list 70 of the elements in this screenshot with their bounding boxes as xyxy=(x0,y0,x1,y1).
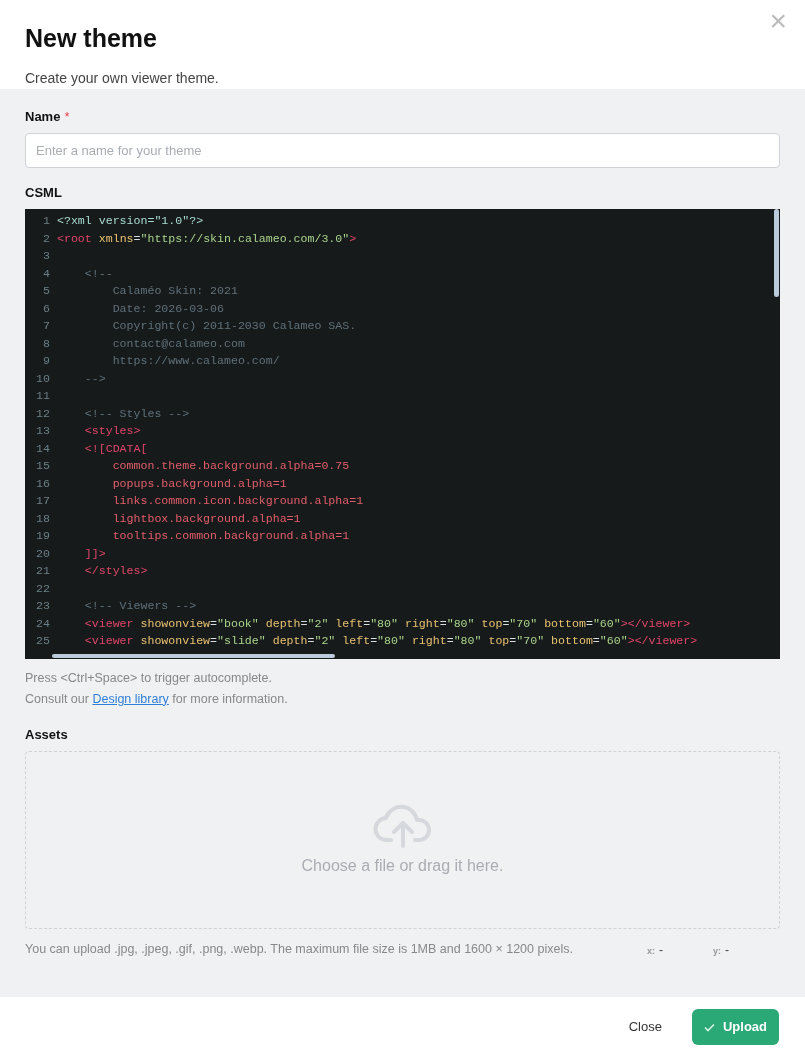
check-icon xyxy=(703,1022,715,1032)
line-number: 17 xyxy=(35,493,50,510)
x-value: - xyxy=(659,942,663,960)
y-label: y: xyxy=(713,945,722,959)
design-library-link[interactable]: Design library xyxy=(92,691,169,706)
code-line: <?xml version="1.0"?> xyxy=(57,213,204,230)
upload-button[interactable]: Upload xyxy=(691,1009,779,1046)
line-number: 15 xyxy=(35,458,50,475)
line-number: 10 xyxy=(35,370,50,387)
code-line: common.theme.background.alpha=0.75 xyxy=(111,458,350,475)
code-line: --> xyxy=(83,370,106,387)
code-line: <!-- Styles --> xyxy=(83,405,190,422)
line-number: 6 xyxy=(42,300,50,317)
line-number: 19 xyxy=(35,528,50,545)
line-number: 23 xyxy=(35,598,50,615)
line-number: 16 xyxy=(35,475,50,492)
dialog-subtitle: Create your own viewer theme. xyxy=(25,69,220,88)
y-value: - xyxy=(725,942,730,960)
required-mark: * xyxy=(64,108,70,127)
code-line: links.common.icon.background.alpha=1 xyxy=(111,493,364,510)
line-number: 7 xyxy=(42,318,50,335)
line-number: 5 xyxy=(42,283,50,300)
cloud-upload-icon xyxy=(372,802,433,849)
line-number: 4 xyxy=(42,265,50,282)
line-number: 8 xyxy=(42,335,50,352)
line-number: 18 xyxy=(35,510,50,527)
close-button[interactable]: Close xyxy=(614,1009,676,1046)
line-number: 21 xyxy=(35,563,50,580)
code-line: <viewer showonview="slide" depth="2" left="80" right="80" top="70" bottom="60"></viewer> xyxy=(83,633,698,650)
file-dropzone[interactable]: Choose a file or drag it here. xyxy=(25,751,780,930)
code-line: lightbox.background.alpha=1 xyxy=(111,510,301,527)
code-line: https://www.calameo.com/ xyxy=(111,353,280,370)
code-line: contact@calameo.com xyxy=(111,335,245,352)
line-number: 1 xyxy=(42,213,50,230)
line-number: 3 xyxy=(42,248,50,265)
line-number: 14 xyxy=(35,440,50,457)
help-text: Press <Ctrl+Space> to trigger autocomplete. xyxy=(25,670,273,688)
code-line: <styles> xyxy=(83,423,141,440)
x-label: x: xyxy=(647,945,655,959)
code-line: Copyright(c) 2011-2030 Calameo SAS. xyxy=(111,318,357,335)
vertical-scrollbar[interactable] xyxy=(774,209,779,298)
dropzone-text: Choose a file or drag it here. xyxy=(301,856,504,877)
line-number: 20 xyxy=(35,545,50,562)
help-text: Consult our Design library for more information. xyxy=(25,690,289,708)
code-line: Date: 2026-03-06 xyxy=(111,300,224,317)
code-line: <!-- Viewers --> xyxy=(83,598,197,615)
code-line: ]]> xyxy=(83,545,106,562)
name-input-field[interactable]: Enter a name for your theme xyxy=(25,132,780,168)
code-line: <viewer showonview="book" depth="2" left="80" right="80" top="70" bottom="60"></viewer> xyxy=(83,615,691,632)
code-line: <!-- xyxy=(83,265,113,282)
field-label: Assets xyxy=(25,725,69,744)
line-number: 25 xyxy=(35,633,50,650)
dialog-title: New theme xyxy=(25,23,158,54)
code-line: popups.background.alpha=1 xyxy=(111,475,287,492)
field-label: CSML xyxy=(25,183,63,202)
field-label: Name xyxy=(25,108,61,127)
code-line: </styles> xyxy=(83,563,148,580)
code-line: <![CDATA[ xyxy=(83,440,148,457)
upload-note: You can upload .jpg, .jpeg, .gif, .png, .webp. The maximum file size is 1MB and 1600 × 1200 pixels. xyxy=(25,940,574,958)
line-number: 11 xyxy=(35,388,50,405)
line-number: 13 xyxy=(35,423,50,440)
line-number: 9 xyxy=(42,353,50,370)
code-line: <root xmlns="https://skin.calameo.com/3.0"> xyxy=(57,230,357,247)
code-line: tooltips.common.background.alpha=1 xyxy=(111,528,350,545)
line-number: 2 xyxy=(42,230,50,247)
horizontal-scrollbar[interactable] xyxy=(52,654,335,659)
line-number: 22 xyxy=(35,580,50,597)
line-number: 24 xyxy=(35,615,50,632)
code-line: Calaméo Skin: 2021 xyxy=(111,283,238,300)
line-number: 12 xyxy=(35,405,50,422)
